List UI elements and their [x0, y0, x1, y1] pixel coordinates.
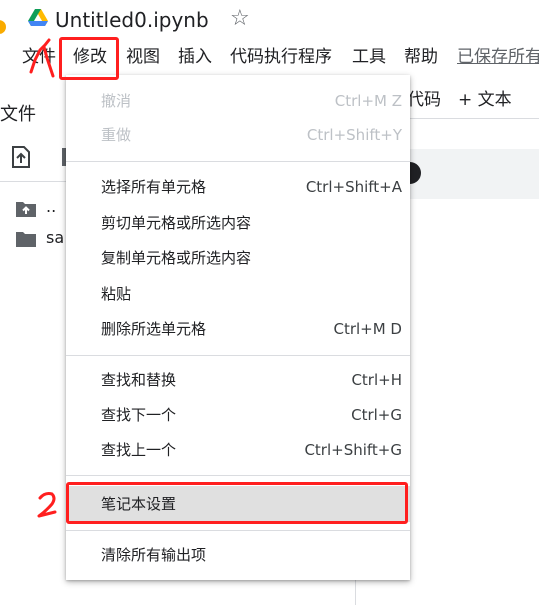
annotation-step-2 [37, 492, 57, 518]
menu-item-copy[interactable]: 复制单元格或所选内容 [66, 241, 410, 275]
menu-separator [66, 355, 410, 356]
menu-item-label: 撤消 [101, 92, 132, 110]
menu-runtime[interactable]: 代码执行程序 [230, 43, 332, 71]
menu-item-select-all-cells[interactable]: 选择所有单元格 Ctrl+Shift+A [66, 170, 410, 204]
menu-item-shortcut: Ctrl+Shift+Y [306, 126, 402, 144]
menu-item-label: 删除所选单元格 [101, 320, 207, 338]
menu-item-label: 粘贴 [101, 285, 132, 303]
menu-item-shortcut: Ctrl+Shift+A [305, 178, 402, 196]
menu-item-shortcut: Ctrl+Shift+G [304, 441, 402, 459]
menu-item-find-previous[interactable]: 查找上一个 Ctrl+Shift+G [66, 433, 410, 467]
menu-item-clear-all-outputs[interactable]: 清除所有输出项 [66, 538, 410, 572]
files-panel-title: 文件 [0, 104, 36, 125]
folder-up-icon [16, 202, 36, 217]
menu-item-undo[interactable]: 撤消 Ctrl+M Z [66, 84, 410, 118]
menu-tools[interactable]: 工具 [352, 43, 386, 71]
upload-icon[interactable] [10, 145, 32, 169]
menu-item-label: 复制单元格或所选内容 [101, 249, 252, 267]
menu-file[interactable]: 文件 [22, 43, 56, 71]
saved-status-link[interactable]: 已保存所有 [457, 43, 539, 71]
menu-separator [66, 530, 410, 531]
menu-item-label: 查找上一个 [101, 441, 177, 459]
annotation-box-edit-menu [59, 37, 119, 80]
menu-item-shortcut: Ctrl+H [351, 371, 402, 389]
annotation-box-notebook-settings [66, 482, 408, 524]
menu-item-shortcut: Ctrl+G [351, 406, 402, 424]
menu-help[interactable]: 帮助 [404, 43, 438, 71]
menu-separator [66, 475, 410, 476]
menu-item-redo[interactable]: 重做 Ctrl+Shift+Y [66, 118, 410, 152]
divider [410, 118, 539, 119]
menu-item-label: 查找和替换 [101, 371, 177, 389]
menu-view[interactable]: 视图 [126, 43, 160, 71]
colab-logo[interactable] [0, 20, 6, 34]
notebook-title[interactable]: Untitled0.ipynb [55, 7, 209, 33]
menu-item-label: 查找下一个 [101, 406, 177, 424]
menu-item-find-next[interactable]: 查找下一个 Ctrl+G [66, 398, 410, 432]
folder-icon [16, 232, 36, 247]
divider [0, 181, 66, 182]
menu-item-label: 重做 [101, 126, 132, 144]
menu-item-label: 清除所有输出项 [101, 546, 207, 564]
add-code-button[interactable]: 代码 [407, 85, 441, 110]
menu-item-delete-cells[interactable]: 删除所选单元格 Ctrl+M D [66, 312, 410, 346]
menu-insert[interactable]: 插入 [178, 43, 212, 71]
menu-item-label: 剪切单元格或所选内容 [101, 214, 252, 232]
menu-item-find-replace[interactable]: 查找和替换 Ctrl+H [66, 363, 410, 397]
file-tree-item-parent[interactable]: .. [46, 197, 56, 216]
menu-separator [66, 161, 410, 162]
menu-item-cut[interactable]: 剪切单元格或所选内容 [66, 206, 410, 240]
menu-item-label: 选择所有单元格 [101, 178, 207, 196]
menu-item-paste[interactable]: 粘贴 [66, 277, 410, 311]
menu-item-shortcut: Ctrl+M D [333, 320, 402, 338]
star-icon[interactable]: ☆ [230, 7, 250, 31]
menu-item-shortcut: Ctrl+M Z [334, 92, 402, 110]
file-tree-item-folder[interactable]: sa [46, 228, 64, 247]
google-drive-icon [28, 9, 48, 26]
add-text-button[interactable]: + 文本 [458, 85, 512, 110]
